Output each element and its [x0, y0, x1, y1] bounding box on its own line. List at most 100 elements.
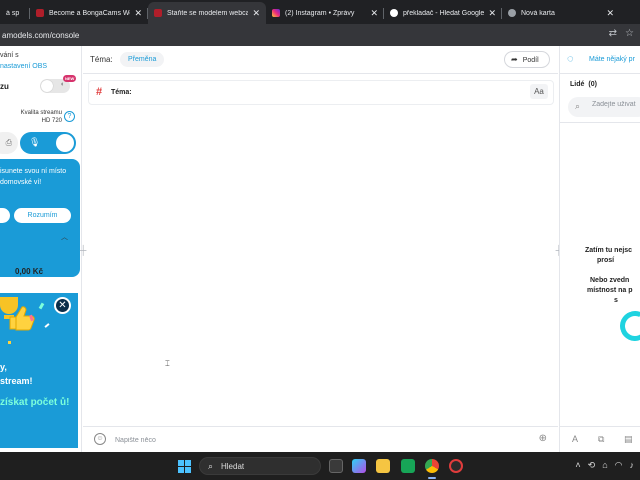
resize-handle[interactable]: ┼ — [80, 245, 86, 255]
close-tab-icon[interactable]: ✕ — [606, 8, 614, 19]
chevron-up-icon: ︿ — [61, 234, 68, 241]
help-icon[interactable]: ? — [64, 111, 75, 122]
tab-title: překladač - Hledat Googlem — [403, 9, 485, 17]
obs-settings-link[interactable]: nastavení OBS — [0, 63, 47, 70]
browser-tab-active[interactable]: Staňte se modelem webcam ✕ — [148, 2, 266, 24]
toggle-knob — [56, 134, 74, 152]
copilot-icon[interactable] — [352, 459, 366, 473]
chrome-icon[interactable] — [425, 459, 439, 473]
right-panel-footer: A ⧉ ▤ — [560, 426, 640, 452]
font-size-button[interactable]: Aa — [530, 84, 548, 99]
chat-header: Téma: Přeměna ➦ Podíl — [83, 46, 558, 74]
close-tab-icon[interactable]: ✕ — [134, 8, 142, 19]
collapse-toggle[interactable]: ︿ — [0, 232, 76, 241]
topic-card: # Téma: Aa — [88, 80, 554, 105]
browser-tab[interactable]: Nová karta ✕ — [502, 2, 620, 24]
message-input[interactable] — [115, 433, 515, 447]
microphone-icon: 🎙 — [29, 137, 41, 147]
rename-topic-button[interactable]: Přeměna — [120, 52, 165, 67]
bongacams-favicon-icon — [36, 9, 44, 17]
close-promo-button[interactable]: ✕ — [54, 297, 71, 314]
search-icon: ⌕ — [575, 101, 581, 111]
help-prompt-text: Máte nějaký pr — [589, 56, 635, 63]
user-search[interactable]: ⌕ — [568, 97, 640, 117]
obs-label: vání s — [0, 52, 19, 59]
excel-icon[interactable] — [401, 459, 415, 473]
lock-icon: ◐ — [60, 81, 65, 88]
question-chat-icon: ◌ — [567, 53, 574, 65]
close-tab-icon[interactable]: ✕ — [488, 8, 496, 19]
phone-link-icon[interactable]: ⟲ — [588, 460, 596, 471]
tab-title: Become a BongaCams Web — [49, 9, 131, 17]
app-icon[interactable] — [449, 459, 463, 473]
promo-banner[interactable]: ✕ y, stream! získat počet ů! — [0, 293, 78, 448]
chat-panel: Téma: Přeměna ➦Podíl # Téma: Aa ┼ ┼ ⌶ ☺ … — [80, 46, 562, 452]
empty-state-illustration — [615, 306, 640, 346]
microphone-toggle[interactable]: 🎙 — [20, 132, 76, 154]
file-explorer-icon[interactable] — [376, 459, 390, 473]
tips-label: Výhy — [22, 259, 39, 266]
tab-title: á sp — [6, 9, 20, 17]
browser-tab[interactable]: Become a BongaCams Web ✕ — [30, 2, 148, 24]
tip-text: isunete svou ní místo domovské ví! — [0, 168, 67, 186]
people-heading: Lidé (0) — [570, 81, 597, 88]
setting-label: zu — [0, 82, 9, 91]
bookmark-star-icon[interactable]: ☆ — [625, 28, 634, 39]
note-icon[interactable]: ▤ — [624, 434, 633, 445]
chrome-favicon-icon — [508, 9, 516, 17]
taskbar-search[interactable]: ⌕ Hledat — [199, 457, 321, 475]
tips-value: 0,00 Kč — [15, 267, 44, 276]
left-panel: vání s nastavení OBS zu ◐ NEW Kvalita st… — [0, 46, 82, 452]
instagram-favicon-icon — [272, 9, 280, 17]
address-bar[interactable]: amodels.com/console ⇄ ☆ — [0, 24, 640, 46]
topic-label: Téma: — [90, 55, 113, 64]
translate-icon[interactable]: ⇄ — [609, 28, 617, 39]
network-icon[interactable]: ⌂ — [602, 460, 607, 471]
tab-title: Staňte se modelem webcam — [167, 9, 249, 17]
task-view-icon[interactable] — [329, 459, 343, 473]
close-tab-icon[interactable]: ✕ — [370, 8, 378, 19]
image-icon[interactable]: ⧉ — [598, 434, 604, 445]
text-format-icon[interactable]: A — [572, 434, 578, 444]
promo-highlight: získat počet ů! — [0, 397, 70, 408]
wifi-icon[interactable]: ◠ — [615, 460, 623, 471]
browser-tab[interactable]: á sp — [0, 2, 30, 24]
browser-tab[interactable]: (2) Instagram • Zprávy ✕ — [266, 2, 384, 24]
new-badge: NEW — [63, 75, 77, 82]
search-icon: ⌕ — [208, 461, 214, 471]
browser-tab[interactable]: překladač - Hledat Googlem ✕ — [384, 2, 502, 24]
volume-icon[interactable]: ♪ — [630, 460, 635, 471]
got-it-button[interactable]: Rozumím — [14, 208, 71, 223]
right-panel: ◌ Máte nějaký pr Lidé(0) ⌕ Zatím tu nejs… — [559, 46, 640, 452]
chevron-up-icon[interactable]: ˄ — [575, 460, 580, 471]
message-composer: ☺ ⊕ — [83, 426, 558, 452]
tab-title: Nová karta — [521, 9, 555, 17]
close-tab-icon[interactable]: ✕ — [252, 8, 260, 19]
empty-state-text: Zatím tu nejsc prosí — [585, 247, 633, 264]
audio-toggle-group: ⎙ 🎙 — [0, 132, 76, 154]
mouse-cursor-icon: ⌶ — [165, 359, 170, 368]
windows-start-icon[interactable] — [178, 460, 191, 473]
taskbar-search-label: Hledat — [221, 462, 245, 471]
tip-secondary-button[interactable] — [0, 208, 10, 223]
right-panel-header[interactable]: ◌ Máte nějaký pr — [560, 46, 640, 74]
system-tray: ˄ ⟲ ⌂ ◠ ♪ — [575, 460, 634, 471]
promo-text: stream! — [0, 376, 33, 386]
user-search-input[interactable] — [592, 101, 640, 108]
hashtag-icon: # — [96, 86, 103, 98]
emoji-icon[interactable]: ☺ — [94, 433, 106, 445]
people-count: (0) — [588, 81, 597, 88]
empty-state-text: Nebo zvedn místnost na p s — [587, 277, 633, 304]
url-text[interactable]: amodels.com/console — [2, 31, 79, 40]
google-favicon-icon — [390, 9, 398, 17]
camera-icon[interactable]: ⎙ — [0, 132, 18, 154]
topic-card-label: Téma: — [111, 89, 132, 96]
toggle-knob — [41, 80, 53, 92]
share-button[interactable]: ➦ Podíl — [504, 51, 550, 68]
attachment-icon[interactable]: ⊕ — [539, 433, 547, 444]
page-content: vání s nastavení OBS zu ◐ NEW Kvalita st… — [0, 46, 640, 452]
stream-quality-label: Kvalita streamu HD 720 — [20, 110, 62, 124]
windows-taskbar: ⌕ Hledat ˄ ⟲ ⌂ ◠ ♪ — [0, 452, 640, 480]
share-icon: ➦ — [511, 55, 518, 64]
tab-title: (2) Instagram • Zprávy — [285, 9, 355, 17]
